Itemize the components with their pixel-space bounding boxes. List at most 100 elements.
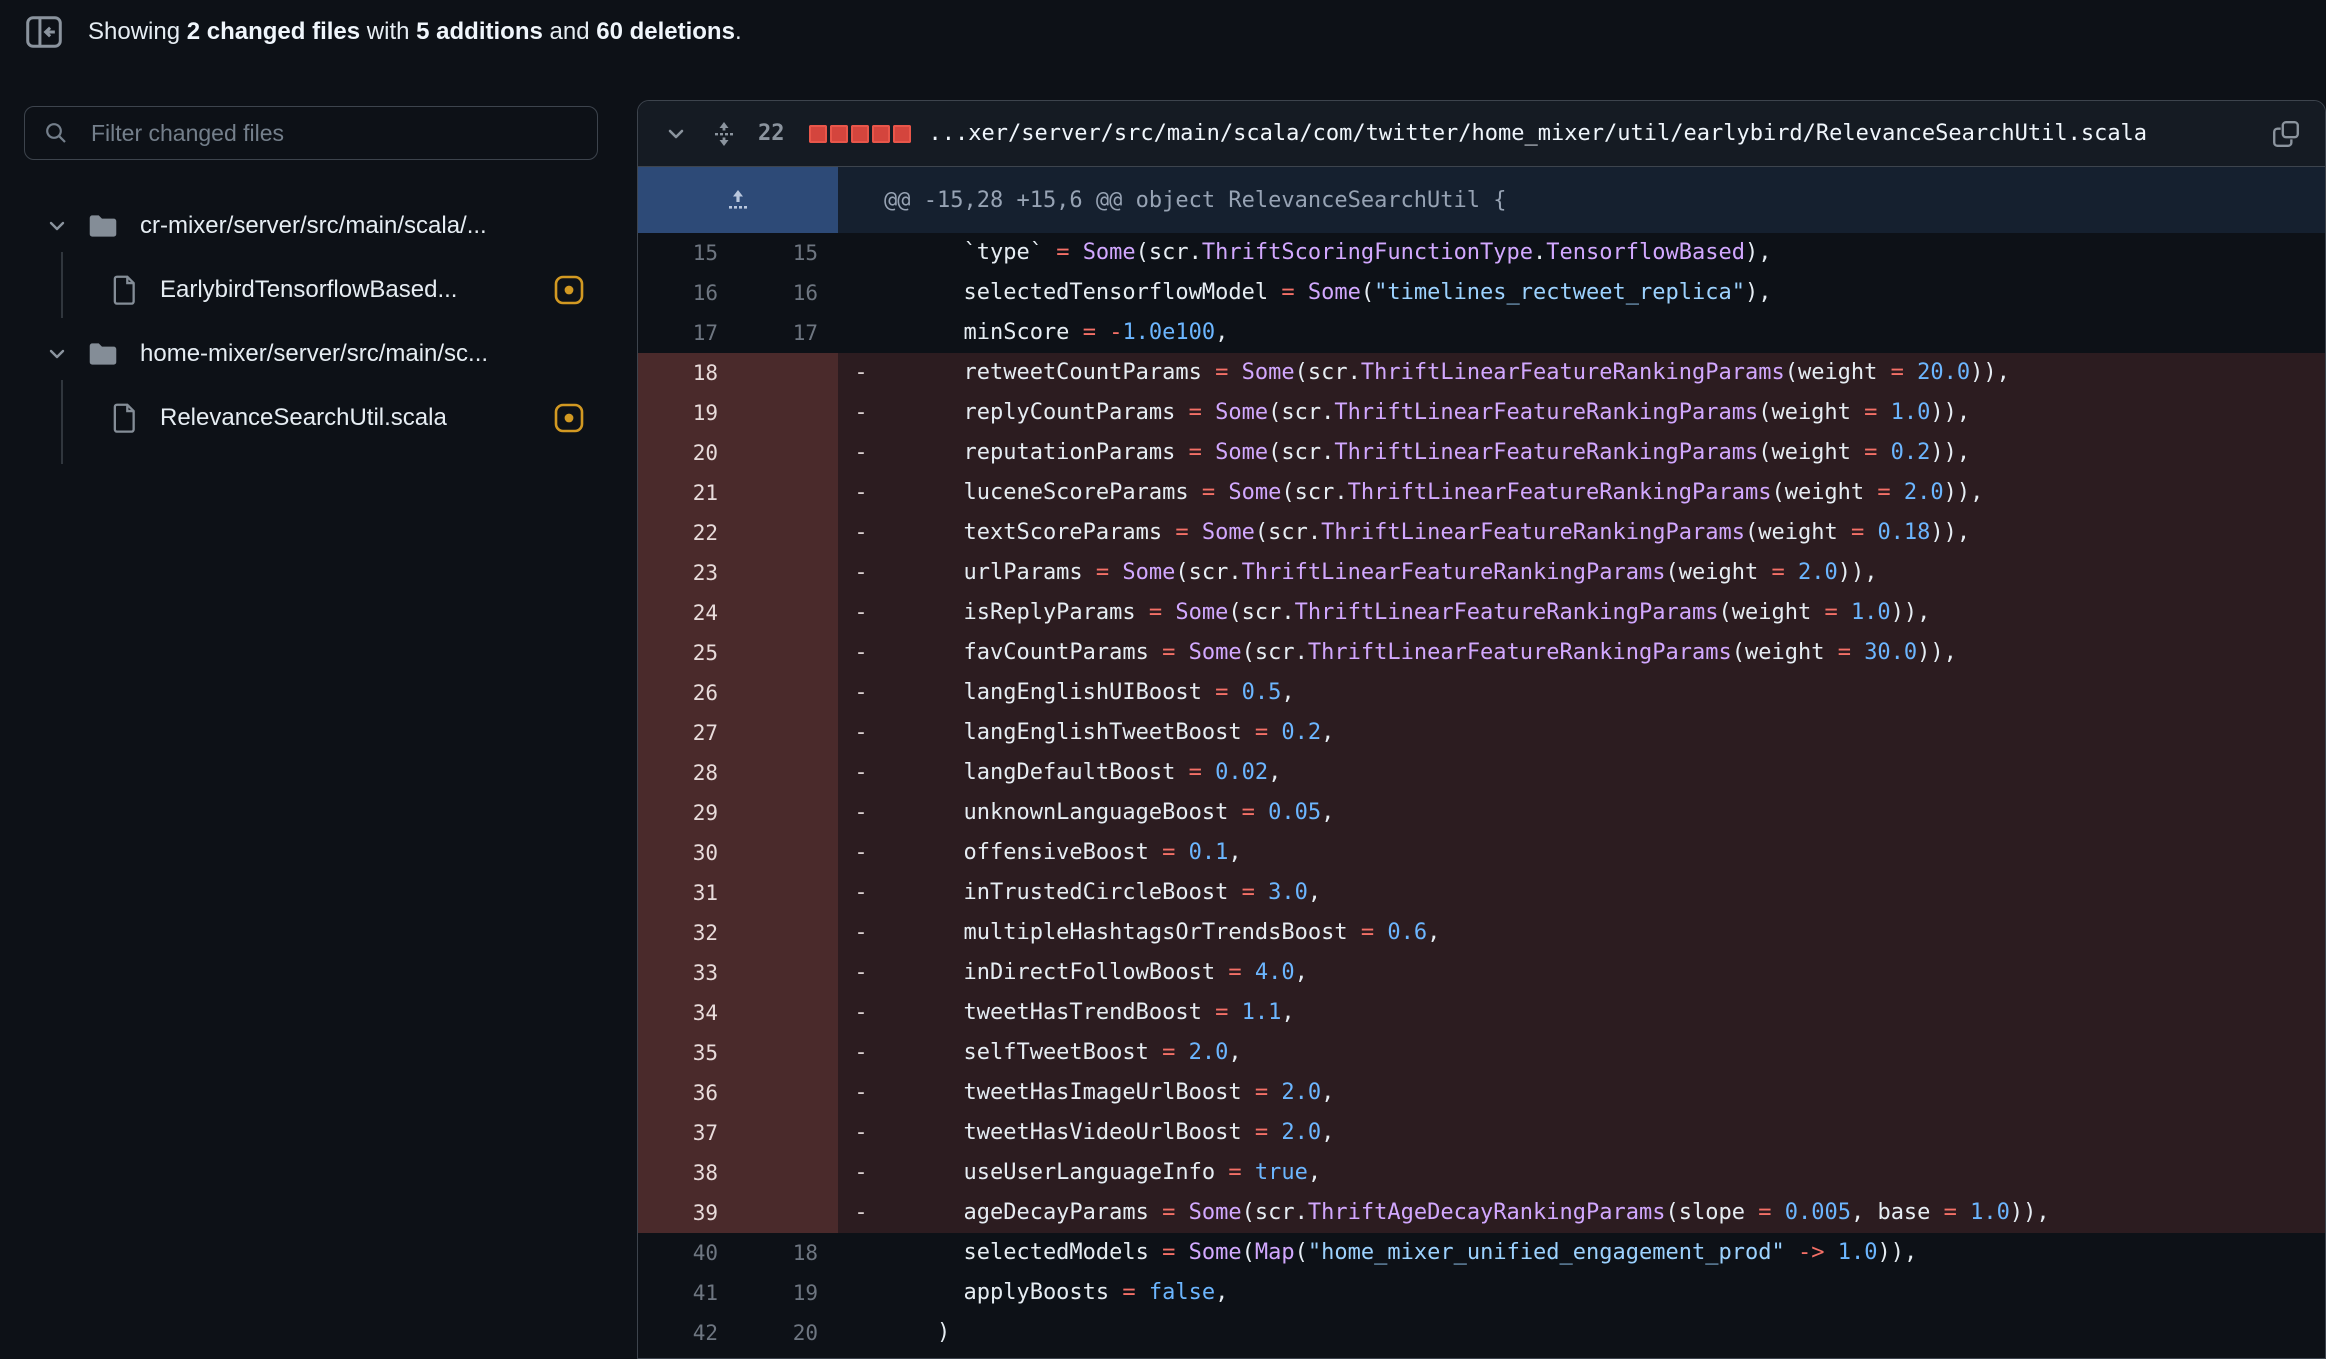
new-line-number	[738, 1033, 838, 1073]
old-line-number: 31	[638, 873, 738, 913]
diff-marker: -	[838, 1193, 884, 1233]
file-tree-folder-row[interactable]: cr-mixer/server/src/main/scala/...	[24, 194, 636, 258]
file-tree-file-row[interactable]: EarlybirdTensorflowBased...	[24, 258, 636, 322]
file-tree-sidebar: cr-mixer/server/src/main/scala/... Earlyb…	[24, 106, 636, 450]
collapse-diff-chevron-down-icon[interactable]	[664, 122, 688, 146]
line-number-gutter[interactable]: 31	[638, 873, 838, 913]
line-number-gutter[interactable]: 30	[638, 833, 838, 873]
diff-marker: -	[838, 993, 884, 1033]
line-number-gutter[interactable]: 33	[638, 953, 838, 993]
diffstat	[809, 125, 911, 143]
new-line-number	[738, 1073, 838, 1113]
code-line: `type` = Some(scr.ThriftScoringFunctionT…	[884, 233, 2325, 273]
old-line-number: 37	[638, 1113, 738, 1153]
line-number-gutter[interactable]: 19	[638, 393, 838, 433]
old-line-number: 15	[638, 233, 738, 273]
new-line-number	[738, 1113, 838, 1153]
deleted-line-row: 34- tweetHasTrendBoost = 1.1,	[638, 993, 2325, 1033]
line-number-gutter[interactable]: 1717	[638, 313, 838, 353]
context-line-row: 4018 selectedModels = Some(Map("home_mix…	[638, 1233, 2325, 1273]
old-line-number: 35	[638, 1033, 738, 1073]
file-label: EarlybirdTensorflowBased...	[160, 276, 457, 304]
file-tree-folder-row[interactable]: home-mixer/server/src/main/sc...	[24, 322, 636, 386]
code-line: textScoreParams = Some(scr.ThriftLinearF…	[884, 513, 2325, 553]
line-number-gutter[interactable]: 36	[638, 1073, 838, 1113]
line-number-gutter[interactable]: 22	[638, 513, 838, 553]
old-line-number: 21	[638, 473, 738, 513]
code-line: selectedTensorflowModel = Some("timeline…	[884, 273, 2325, 313]
line-number-gutter[interactable]: 28	[638, 753, 838, 793]
line-number-gutter[interactable]: 29	[638, 793, 838, 833]
line-number-gutter[interactable]: 27	[638, 713, 838, 753]
file-tree-file-row[interactable]: RelevanceSearchUtil.scala	[24, 386, 636, 450]
line-number-gutter[interactable]: 32	[638, 913, 838, 953]
line-number-gutter[interactable]: 4220	[638, 1313, 838, 1353]
line-number-gutter[interactable]: 18	[638, 353, 838, 393]
diff-marker	[838, 1273, 884, 1313]
diff-panel: 22 ...xer/server/src/main/scala/com/twit…	[637, 100, 2326, 1359]
collapse-file-tree-button[interactable]	[22, 10, 66, 54]
new-line-number	[738, 633, 838, 673]
code-line: selfTweetBoost = 2.0,	[884, 1033, 2325, 1073]
diff-marker: -	[838, 753, 884, 793]
line-number-gutter[interactable]: 25	[638, 633, 838, 673]
deleted-line-row: 23- urlParams = Some(scr.ThriftLinearFea…	[638, 553, 2325, 593]
changed-files-count: 2 changed files	[187, 18, 360, 45]
file-icon	[112, 275, 138, 305]
diff-marker	[838, 1313, 884, 1353]
new-line-number: 15	[738, 233, 838, 273]
line-number-gutter[interactable]: 24	[638, 593, 838, 633]
line-number-gutter[interactable]: 1515	[638, 233, 838, 273]
old-line-number: 18	[638, 353, 738, 393]
expand-up-button[interactable]	[638, 167, 838, 233]
deleted-line-row: 31- inTrustedCircleBoost = 3.0,	[638, 873, 2325, 913]
file-path: ...xer/server/src/main/scala/com/twitter…	[929, 121, 2254, 146]
line-number-gutter[interactable]: 34	[638, 993, 838, 1033]
new-line-number: 16	[738, 273, 838, 313]
deleted-line-row: 24- isReplyParams = Some(scr.ThriftLinea…	[638, 593, 2325, 633]
new-line-number	[738, 1193, 838, 1233]
code-line: inDirectFollowBoost = 4.0,	[884, 953, 2325, 993]
modified-badge-icon	[552, 273, 586, 307]
expand-all-unfold-icon[interactable]	[712, 121, 736, 147]
copy-path-icon[interactable]	[2271, 119, 2301, 149]
new-line-number	[738, 513, 838, 553]
diff-marker: -	[838, 953, 884, 993]
new-line-number	[738, 393, 838, 433]
code-line: favCountParams = Some(scr.ThriftLinearFe…	[884, 633, 2325, 673]
deleted-line-row: 33- inDirectFollowBoost = 4.0,	[638, 953, 2325, 993]
old-line-number: 16	[638, 273, 738, 313]
diff-marker	[838, 273, 884, 313]
code-line: )	[884, 1313, 2325, 1353]
code-line: retweetCountParams = Some(scr.ThriftLine…	[884, 353, 2325, 393]
line-number-gutter[interactable]: 4018	[638, 1233, 838, 1273]
context-line-row: 1717 minScore = -1.0e100,	[638, 313, 2325, 353]
code-line: unknownLanguageBoost = 0.05,	[884, 793, 2325, 833]
file-icon	[112, 403, 138, 433]
line-number-gutter[interactable]: 1616	[638, 273, 838, 313]
line-number-gutter[interactable]: 39	[638, 1193, 838, 1233]
old-line-number: 29	[638, 793, 738, 833]
line-number-gutter[interactable]: 37	[638, 1113, 838, 1153]
deleted-line-row: 37- tweetHasVideoUrlBoost = 2.0,	[638, 1113, 2325, 1153]
line-number-gutter[interactable]: 23	[638, 553, 838, 593]
old-line-number: 34	[638, 993, 738, 1033]
hunk-header-row: @@ -15,28 +15,6 @@ object RelevanceSearc…	[638, 167, 2325, 233]
line-number-gutter[interactable]: 20	[638, 433, 838, 473]
line-number-gutter[interactable]: 4119	[638, 1273, 838, 1313]
top-bar: Showing 2 changed files with 5 additions…	[0, 0, 2326, 64]
hunk-header-text: @@ -15,28 +15,6 @@ object RelevanceSearc…	[838, 167, 2325, 233]
diff-marker: -	[838, 353, 884, 393]
line-number-gutter[interactable]: 35	[638, 1033, 838, 1073]
line-number-gutter[interactable]: 26	[638, 673, 838, 713]
old-line-number: 38	[638, 1153, 738, 1193]
code-line: isReplyParams = Some(scr.ThriftLinearFea…	[884, 593, 2325, 633]
filter-changed-files-input[interactable]	[24, 106, 598, 160]
new-line-number	[738, 753, 838, 793]
line-number-gutter[interactable]: 21	[638, 473, 838, 513]
deleted-line-row: 18 - retweetCountParams = Some(scr.Thrift…	[638, 353, 2325, 393]
old-line-number: 32	[638, 913, 738, 953]
context-line-row: 1616 selectedTensorflowModel = Some("tim…	[638, 273, 2325, 313]
diff-marker: -	[838, 433, 884, 473]
line-number-gutter[interactable]: 38	[638, 1153, 838, 1193]
